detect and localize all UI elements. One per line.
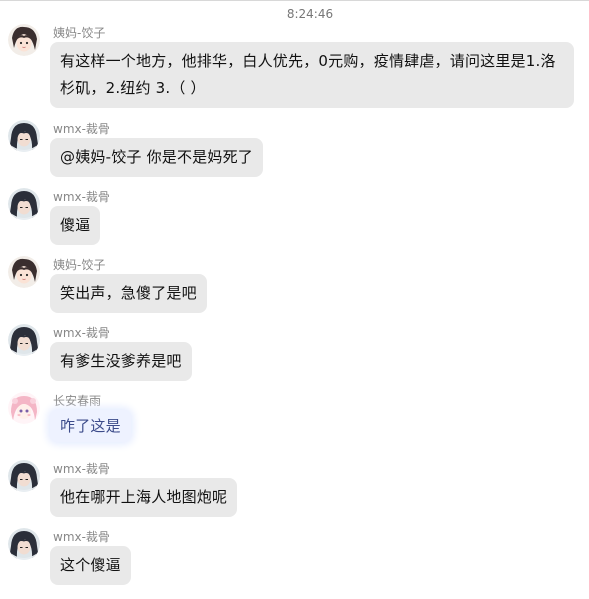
anime-character-avatar-icon[interactable] [8,324,40,356]
message-timestamp: 8:24:46 [286,7,334,21]
sender-name[interactable]: wmx-裁骨 [53,460,110,477]
anime-character-avatar-icon[interactable] [8,460,40,492]
sender-name[interactable]: wmx-裁骨 [53,188,110,205]
sender-name[interactable]: wmx-裁骨 [53,528,110,545]
message-bubble[interactable]: @姨妈-饺子 你是不是妈死了 [50,138,263,177]
anime-girl-avatar-icon[interactable] [8,256,40,288]
sender-name[interactable]: wmx-裁骨 [53,120,110,137]
pink-anime-avatar-icon[interactable] [8,392,40,424]
sender-name[interactable]: wmx-裁骨 [53,324,110,341]
anime-girl-avatar-icon[interactable] [8,24,40,56]
anime-character-avatar-icon[interactable] [8,188,40,220]
message-bubble[interactable]: 他在哪开上海人地图炮呢 [50,478,238,517]
message-bubble[interactable]: 有这样一个地方，他排华，白人优先，0元购，疫情肆虐，请问这里是1.洛杉矶，2.纽… [50,42,574,108]
window-top-border [0,0,589,1]
message-bubble[interactable]: 这个傻逼 [50,546,131,585]
sender-name[interactable]: 姨妈-饺子 [53,256,105,273]
message-bubble[interactable]: 有爹生没爹养是吧 [50,342,192,381]
anime-character-avatar-icon[interactable] [8,528,40,560]
sender-name[interactable]: 姨妈-饺子 [53,24,105,41]
anime-character-avatar-icon[interactable] [8,120,40,152]
message-bubble[interactable]: 笑出声，急傻了是吧 [50,274,207,313]
message-bubble[interactable]: 咋了这是 [50,410,131,442]
message-bubble[interactable]: 傻逼 [50,206,101,245]
sender-name[interactable]: 长安春雨 [53,392,101,409]
